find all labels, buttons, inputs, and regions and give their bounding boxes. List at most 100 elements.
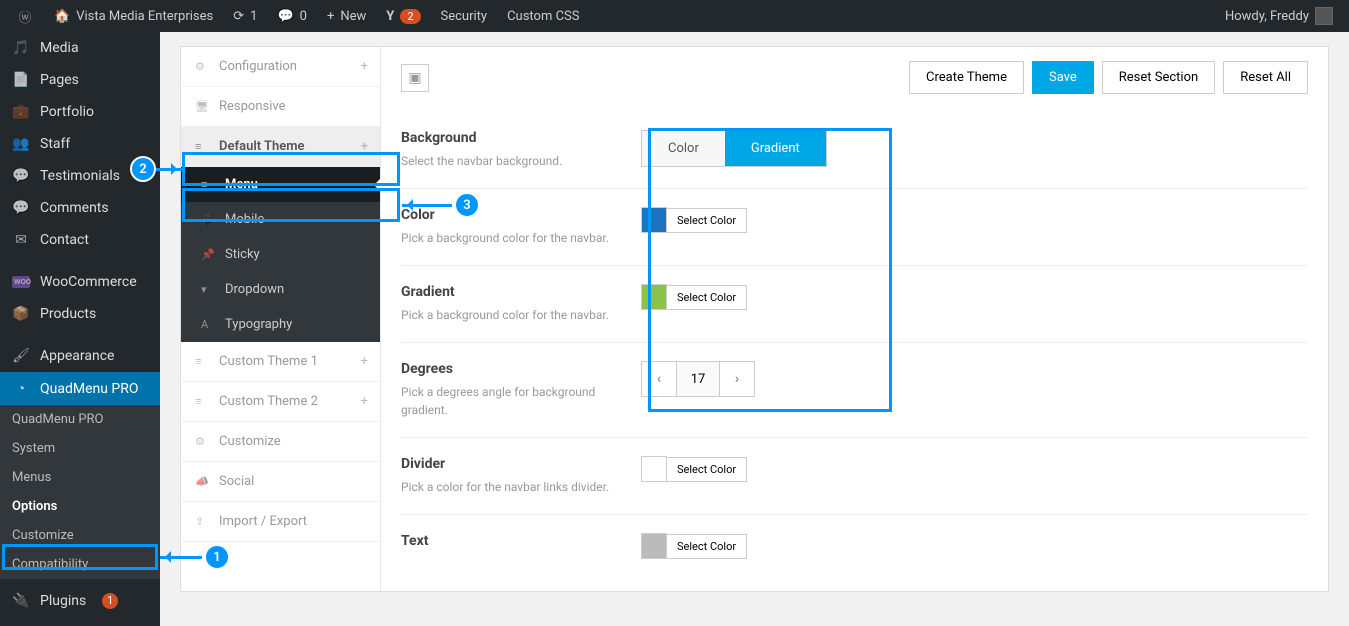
testimonial-icon: 💬 [12, 168, 30, 184]
sidebar-item-appearance[interactable]: 🖌Appearance [0, 340, 160, 372]
menu-icon: ≡ [195, 355, 209, 368]
color-swatch[interactable] [641, 207, 667, 233]
sidebar-item-media[interactable]: 🎵Media [0, 32, 160, 64]
wp-logo[interactable]: ⓦ [8, 0, 42, 32]
refresh-icon: ⟳ [233, 9, 244, 24]
field-title: Divider [401, 456, 641, 472]
menu-icon: ≡ [195, 395, 209, 408]
toggle-color[interactable]: Color [642, 131, 725, 166]
opt-sub-menu[interactable]: ≡Menu [181, 167, 380, 202]
field-background: Background Select the navbar background.… [401, 112, 1308, 189]
opt-responsive[interactable]: 🖥Responsive [181, 87, 380, 127]
opt-custom-theme-2[interactable]: ≡Custom Theme 2 [181, 382, 380, 422]
annotation-arrow-1 [160, 556, 202, 559]
opt-custom-theme-1[interactable]: ≡Custom Theme 1 [181, 342, 380, 382]
create-theme-button[interactable]: Create Theme [909, 61, 1024, 94]
sidebar-item-products[interactable]: 📦Products [0, 298, 160, 330]
custom-css-link[interactable]: Custom CSS [499, 0, 587, 32]
comment-icon: 💬 [277, 9, 293, 24]
howdy-link[interactable]: Howdy, Freddy [1217, 0, 1341, 32]
desktop-icon: 🖥 [195, 100, 209, 113]
opt-configuration[interactable]: ⚙Configuration [181, 47, 380, 87]
options-sidebar: ⚙Configuration 🖥Responsive ≡Default Them… [181, 47, 381, 591]
plugin-icon: 🔌 [12, 593, 30, 609]
opt-import-export[interactable]: ⇪Import / Export [181, 502, 380, 542]
updates-link[interactable]: ⟳1 [225, 0, 265, 32]
annotation-arrow-3 [402, 204, 452, 207]
submenu-menus[interactable]: Menus [0, 463, 160, 492]
yoast-link[interactable]: Y2 [378, 0, 428, 32]
opt-social[interactable]: 📣Social [181, 462, 380, 502]
products-icon: 📦 [12, 306, 30, 322]
select-color-button[interactable]: Select Color [667, 285, 747, 310]
degrees-spinner: ‹ › [641, 361, 755, 397]
opt-sub-sticky[interactable]: 📌Sticky [181, 237, 380, 272]
field-degrees: Degrees Pick a degrees angle for backgro… [401, 343, 1308, 438]
default-theme-submenu: ≡Menu 📱Mobile 📌Sticky ▾Dropdown ATypogra… [181, 167, 380, 342]
toggle-gradient[interactable]: Gradient [725, 131, 826, 166]
text-swatch[interactable] [641, 533, 667, 559]
opt-sub-typography[interactable]: ATypography [181, 307, 380, 342]
degrees-input[interactable] [676, 362, 720, 396]
bars-icon: ≡ [201, 178, 215, 191]
opt-sub-mobile[interactable]: 📱Mobile [181, 202, 380, 237]
gradient-swatch[interactable] [641, 284, 667, 310]
sidebar-item-quadmenu[interactable]: ◔QuadMenu PRO [0, 372, 160, 405]
opt-sub-dropdown[interactable]: ▾Dropdown [181, 272, 380, 307]
new-content-link[interactable]: +New [319, 0, 374, 32]
sidebar-item-pages[interactable]: 📄Pages [0, 64, 160, 96]
spinner-increment[interactable]: › [720, 362, 754, 396]
submenu-quadmenu-pro[interactable]: QuadMenu PRO [0, 405, 160, 434]
field-desc: Pick a background color for the navbar. [401, 229, 641, 247]
select-color-button[interactable]: Select Color [667, 534, 747, 559]
spinner-decrement[interactable]: ‹ [642, 362, 676, 396]
admin-sidebar: 🎵Media 📄Pages 💼Portfolio 👥Staff 💬Testimo… [0, 32, 160, 626]
field-title: Degrees [401, 361, 641, 377]
field-desc: Pick a degrees angle for background grad… [401, 383, 641, 419]
site-name-link[interactable]: 🏠Vista Media Enterprises [46, 0, 221, 32]
quadmenu-submenu: QuadMenu PRO System Menus Options Custom… [0, 405, 160, 579]
field-gradient: Gradient Pick a background color for the… [401, 266, 1308, 343]
opt-default-theme[interactable]: ≡Default Theme [181, 127, 380, 167]
background-toggle: Color Gradient [641, 130, 827, 167]
sidebar-item-staff[interactable]: 👥Staff [0, 128, 160, 160]
sidebar-item-plugins[interactable]: 🔌Plugins1 [0, 585, 160, 617]
avatar [1315, 7, 1333, 25]
field-text: Text Select Color [401, 515, 1308, 577]
yoast-icon: Y [386, 9, 394, 24]
reset-section-button[interactable]: Reset Section [1102, 61, 1215, 94]
comments-link[interactable]: 💬0 [269, 0, 315, 32]
share-icon: 📣 [195, 475, 209, 488]
divider-swatch[interactable] [641, 456, 667, 482]
submenu-options[interactable]: Options [0, 492, 160, 521]
portfolio-icon: 💼 [12, 104, 30, 120]
upload-icon: ⇪ [195, 515, 209, 528]
panel-logo: ▣ [401, 64, 429, 92]
quadmenu-icon: ◔ [12, 380, 30, 397]
submenu-customize[interactable]: Customize [0, 521, 160, 550]
select-color-button[interactable]: Select Color [667, 457, 747, 482]
font-icon: A [201, 318, 215, 331]
select-color-button[interactable]: Select Color [667, 208, 747, 233]
security-link[interactable]: Security [433, 0, 496, 32]
field-title: Gradient [401, 284, 641, 300]
field-desc: Pick a color for the navbar links divide… [401, 478, 641, 496]
sidebar-item-contact[interactable]: ✉Contact [0, 224, 160, 256]
opt-customize[interactable]: ⚙Customize [181, 422, 380, 462]
submenu-system[interactable]: System [0, 434, 160, 463]
field-color: Color Pick a background color for the na… [401, 189, 1308, 266]
options-main: ▣ Create Theme Save Reset Section Reset … [381, 47, 1328, 591]
save-button[interactable]: Save [1032, 61, 1094, 94]
wordpress-icon: ⓦ [16, 7, 34, 26]
sidebar-item-portfolio[interactable]: 💼Portfolio [0, 96, 160, 128]
reset-all-button[interactable]: Reset All [1223, 61, 1308, 94]
staff-icon: 👥 [12, 136, 30, 152]
submenu-compatibility[interactable]: Compatibility [0, 550, 160, 579]
mobile-icon: 📱 [201, 213, 215, 226]
annotation-3: 3 [454, 192, 480, 218]
sidebar-item-woocommerce[interactable]: wooWooCommerce [0, 266, 160, 298]
chevron-down-icon: ▾ [201, 283, 215, 296]
plugins-update-count: 1 [102, 593, 118, 609]
home-icon: 🏠 [54, 9, 70, 24]
sidebar-item-comments[interactable]: 💬Comments [0, 192, 160, 224]
